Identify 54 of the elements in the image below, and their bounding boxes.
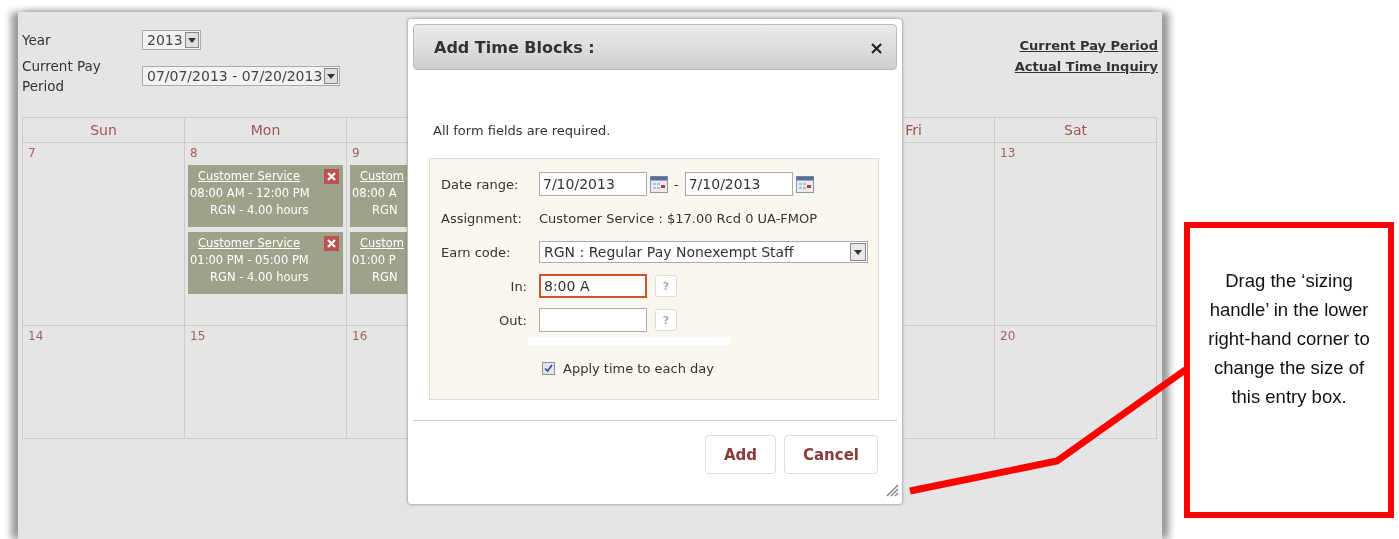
nav-link[interactable]: Actual Time Inquiry <box>1014 59 1158 74</box>
field-label: Date range: <box>441 176 520 192</box>
time-field[interactable]: 8:00 A <box>539 274 647 298</box>
range-separator: - <box>674 176 679 192</box>
date-field[interactable]: 7/10/2013 <box>684 172 793 196</box>
dropdown-arrow-icon[interactable] <box>327 73 336 79</box>
earn-code-hours: RGN <box>372 269 398 286</box>
day-number: 9 <box>352 146 361 160</box>
close-button[interactable]: × <box>868 36 884 58</box>
form-note: All form fields are required. <box>433 123 611 138</box>
delete-icon[interactable] <box>324 169 339 184</box>
earn-code-select[interactable]: RGN : Regular Pay Nonexempt Staff <box>539 241 868 263</box>
pay-period-label: Current Pay Period <box>22 57 102 96</box>
time-field[interactable] <box>539 308 647 332</box>
earn-code-hours: RGN <box>372 202 398 219</box>
date-field[interactable]: 7/10/2013 <box>539 172 647 196</box>
time-range: 08:00 A <box>352 185 397 202</box>
weekday-header: Fri <box>905 122 922 138</box>
weekday-header: Sat <box>1064 122 1087 138</box>
day-number: 14 <box>28 329 45 343</box>
assignment-value: Customer Service : $17.00 Rcd 0 UA-FMOP <box>539 210 818 226</box>
day-number: 16 <box>352 329 369 343</box>
calendar-icon[interactable] <box>795 175 814 193</box>
callout-text: Drag the ‘sizing handle’ in the lower right-hand corner to change the size of this entry box. <box>1207 269 1371 409</box>
day-number: 20 <box>1000 329 1017 343</box>
dropdown-arrow-icon[interactable] <box>187 37 196 43</box>
time-range: 08:00 AM - 12:00 PM <box>190 185 310 202</box>
delete-icon[interactable] <box>324 236 339 251</box>
time-range: 01:00 P <box>352 252 396 269</box>
day-number: 7 <box>28 146 37 160</box>
dialog-title: Add Time Blocks : <box>434 37 595 57</box>
day-number: 13 <box>1000 146 1017 160</box>
field-label: Out: <box>498 312 527 328</box>
earn-code-hours: RGN - 4.00 hours <box>210 202 309 219</box>
resize-handle-icon[interactable] <box>886 484 899 497</box>
day-number: 8 <box>190 146 199 160</box>
cancel-button[interactable]: Cancel <box>784 435 878 474</box>
day-number: 15 <box>190 329 207 343</box>
checkbox[interactable] <box>542 361 555 375</box>
pay-period-select[interactable]: 07/07/2013 - 07/20/2013 <box>142 66 341 86</box>
weekday-header: Mon <box>250 122 281 138</box>
year-select[interactable]: 2013 <box>142 30 201 50</box>
nav-link[interactable]: Current Pay Period <box>1019 38 1158 53</box>
time-range: 01:00 PM - 05:00 PM <box>190 252 309 269</box>
add-button[interactable]: Add <box>704 435 776 474</box>
calendar-icon[interactable] <box>650 175 668 193</box>
field-label: Assignment: <box>441 210 523 226</box>
year-label: Year <box>22 31 52 50</box>
field-label: In: <box>509 278 527 294</box>
weekday-header: Sun <box>90 122 117 138</box>
dropdown-arrow-icon[interactable] <box>854 249 862 255</box>
earn-code-hours: RGN - 4.00 hours <box>210 269 309 286</box>
field-label: Earn code: <box>441 244 512 260</box>
checkbox-label: Apply time to each day <box>563 360 714 376</box>
